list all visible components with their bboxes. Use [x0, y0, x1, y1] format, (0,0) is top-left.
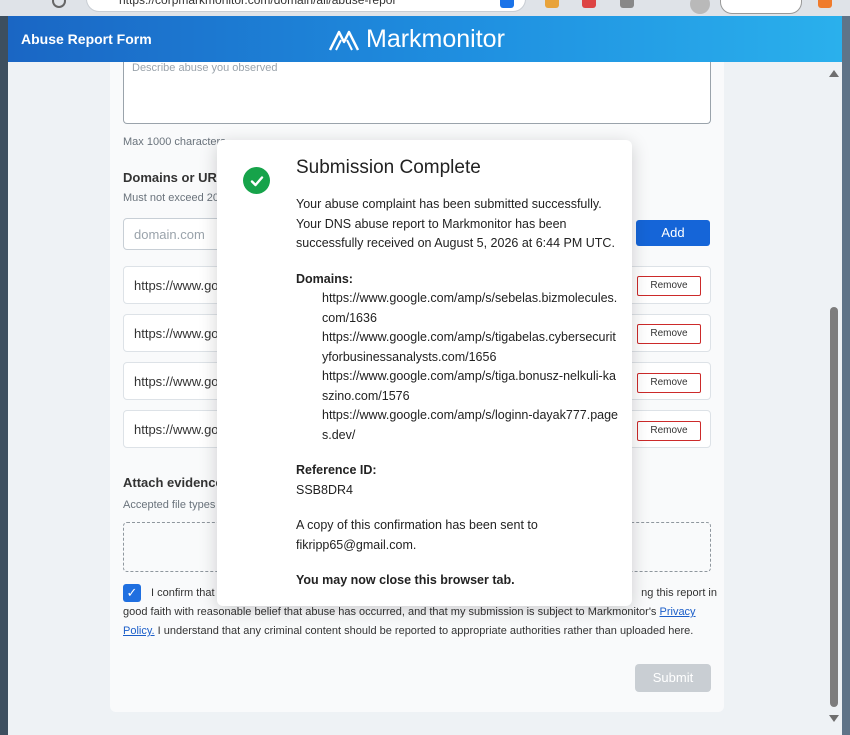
app-window: Abuse Report Form Markmonitor Describe a…	[8, 16, 842, 735]
reload-icon[interactable]	[52, 0, 66, 8]
extensions-puzzle-icon[interactable]	[620, 0, 634, 8]
domains-heading: Domains:	[296, 271, 353, 286]
submission-complete-dialog: Submission Complete Your abuse complaint…	[217, 140, 632, 606]
copy-note: A copy of this confirmation has been sen…	[296, 518, 538, 552]
success-message: Your abuse complaint has been submitted …	[296, 197, 615, 250]
submitted-domain: https://www.google.com/amp/s/tiga.bonusz…	[322, 369, 616, 403]
desktop-edge-right	[842, 16, 850, 735]
submitted-domain: https://www.google.com/amp/s/sebelas.biz…	[322, 291, 618, 325]
submitted-domain: https://www.google.com/amp/s/loginn-daya…	[322, 408, 619, 442]
desktop-edge-left	[0, 16, 8, 735]
submitted-domain: https://www.google.com/amp/s/tigabelas.c…	[322, 330, 616, 364]
bookmark-star-icon[interactable]	[500, 0, 514, 8]
closing-note: You may now close this browser tab.	[296, 573, 515, 587]
browser-menu-pill[interactable]	[720, 0, 802, 14]
profile-avatar[interactable]	[690, 0, 710, 14]
extension-icon[interactable]	[582, 0, 596, 8]
reference-id: SSB8DR4	[296, 482, 353, 497]
success-check-icon	[243, 167, 270, 194]
submitted-domains-list: https://www.google.com/amp/s/sebelas.biz…	[296, 289, 621, 445]
dialog-body: Your abuse complaint has been submitted …	[296, 195, 621, 591]
reference-heading: Reference ID:	[296, 463, 377, 477]
dialog-title: Submission Complete	[296, 157, 481, 178]
extension-icon[interactable]	[545, 0, 559, 8]
extension-icon[interactable]	[818, 0, 832, 8]
address-bar[interactable]: https://corpmarkmonitor.com/domain/all/a…	[86, 0, 526, 12]
browser-toolbar: https://corpmarkmonitor.com/domain/all/a…	[0, 0, 850, 16]
